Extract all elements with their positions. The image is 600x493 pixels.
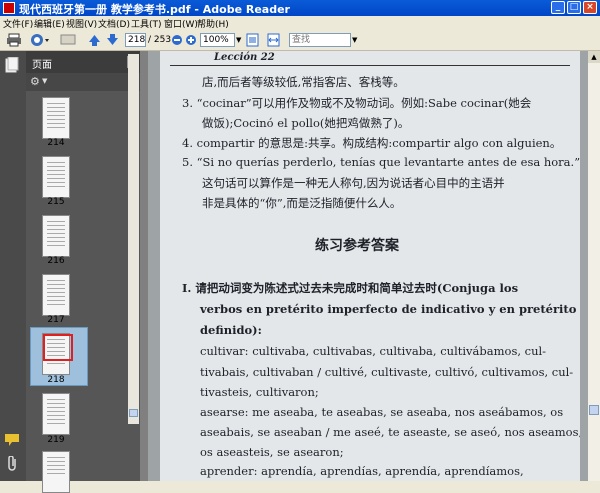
menu-tools[interactable]: 工具(T) xyxy=(131,17,162,30)
page-thumbnail[interactable] xyxy=(42,393,70,435)
exercise-heading: I. 请把动词变为陈述式过去未完成时和简单过去时(Conjuga los xyxy=(182,281,519,295)
menu-bar: 文件(F) 编辑(E) 视图(V) 文档(D) 工具(T) 窗口(W) 帮助(H… xyxy=(0,16,600,30)
page-thumbnail-label: 218 xyxy=(47,375,65,385)
menu-view[interactable]: 视图(V) xyxy=(66,17,97,30)
body-line: tivabais, cultivaban / cultivé, cultivas… xyxy=(200,365,574,379)
splitter[interactable] xyxy=(140,51,148,481)
search-options-chevron-icon[interactable]: ▼ xyxy=(352,33,357,47)
pane-options-bar: ⚙ ▼ xyxy=(26,73,140,91)
document-scroll-thumb[interactable] xyxy=(589,405,599,415)
options-chevron-down-icon[interactable]: ▼ xyxy=(42,77,47,85)
menu-edit[interactable]: 编辑(E) xyxy=(34,17,65,30)
page-thumbnail[interactable] xyxy=(42,274,70,316)
page-thumbnail-label: 216 xyxy=(47,256,65,266)
body-line: aprender: aprendía, aprendías, aprendía,… xyxy=(200,464,524,478)
body-line: os aseasteis, se asearon; xyxy=(200,445,344,459)
window-title: 现代西班牙第一册 教学参考书.pdf - Adobe Reader xyxy=(19,3,290,16)
previous-page-icon[interactable] xyxy=(88,33,101,47)
comments-panel-icon[interactable] xyxy=(4,433,20,447)
page-thumbnail[interactable] xyxy=(42,156,70,198)
pane-title: 页面 xyxy=(32,60,52,71)
body-line: asearse: me aseaba, te aseabas, se aseab… xyxy=(200,405,564,419)
maximize-button[interactable]: □ xyxy=(567,1,581,14)
body-line: 非是具体的“你”,而是泛指随便什么人。 xyxy=(202,196,402,210)
page-thumbnail-label: 214 xyxy=(47,138,65,148)
toolbar: 218 / 253 100% ▼ ▼ xyxy=(0,30,600,51)
options-gear-icon[interactable]: ⚙ xyxy=(30,75,40,88)
page-thumbnail[interactable] xyxy=(42,97,70,139)
document-view: Lección 22 店,而后者等级较低,常指客店、客栈等。 3. “cocin… xyxy=(148,51,588,481)
exercise-heading: verbos en pretérito imperfecto de indica… xyxy=(200,302,580,316)
collaborate-icon[interactable] xyxy=(30,33,50,47)
thumbnail-scroll-thumb[interactable] xyxy=(129,409,138,417)
page-thumbnail-label: 219 xyxy=(47,435,65,445)
menu-help[interactable]: 帮助(H) xyxy=(197,17,229,30)
title-bar: 现代西班牙第一册 教学参考书.pdf - Adobe Reader _ □ × xyxy=(0,0,600,16)
close-button[interactable]: × xyxy=(583,1,597,14)
minimize-button[interactable]: _ xyxy=(551,1,565,14)
menu-window[interactable]: 窗口(W) xyxy=(164,17,198,30)
comment-icon[interactable] xyxy=(60,33,76,47)
pdf-page: Lección 22 店,而后者等级较低,常指客店、客栈等。 3. “cocin… xyxy=(160,51,580,481)
pages-thumbnail-pane: 页面 ◀ ⚙ ▼ 214 215 216 217 218 219 xyxy=(26,51,140,493)
page-total-label: / 253 xyxy=(148,35,172,45)
menu-file[interactable]: 文件(F) xyxy=(3,17,33,30)
body-line: 做饭);Cocinó el pollo(她把鸡做熟了)。 xyxy=(202,116,410,130)
page-thumbnail-label: 217 xyxy=(47,315,65,325)
page-thumbnail-label: 215 xyxy=(47,197,65,207)
body-line: aseabais, se aseaban / me aseé, te aseas… xyxy=(200,425,580,439)
document-scrollbar[interactable]: ▲ xyxy=(588,51,600,481)
body-line: 3. “cocinar”可以用作及物或不及物动词。例如:Sabe cocinar… xyxy=(182,96,532,110)
zoom-out-icon[interactable] xyxy=(171,33,183,47)
zoom-in-icon[interactable] xyxy=(185,33,197,47)
page-number-input[interactable]: 218 xyxy=(125,33,146,47)
page-header-text: Lección 22 xyxy=(214,52,275,63)
body-line: 这句话可以算作是一种无人称句,因为说话者心目中的主语并 xyxy=(202,176,505,190)
body-line: cultivar: cultivaba, cultivabas, cultiva… xyxy=(200,344,547,358)
pdf-app-icon xyxy=(3,2,15,14)
pages-panel-icon[interactable] xyxy=(5,57,19,73)
fit-width-icon[interactable] xyxy=(267,33,280,47)
body-line: 5. “Si no querías perderlo, tenías que l… xyxy=(182,155,580,169)
menu-document[interactable]: 文档(D) xyxy=(98,17,130,30)
zoom-select[interactable]: 100% xyxy=(200,33,235,47)
body-line: 4. compartir 的意思是:共享。构成结构:compartir algo… xyxy=(182,136,562,150)
pane-header: 页面 ◀ xyxy=(26,51,140,73)
print-icon[interactable] xyxy=(6,33,22,47)
fit-page-icon[interactable] xyxy=(246,33,259,47)
page-thumbnail[interactable] xyxy=(42,451,70,493)
next-page-icon[interactable] xyxy=(106,33,119,47)
body-line: tivasteis, cultivaron; xyxy=(200,385,319,399)
thumbnail-scrollbar[interactable] xyxy=(128,54,139,424)
chevron-down-icon[interactable]: ▼ xyxy=(236,33,241,47)
exercise-heading: definido): xyxy=(200,323,262,337)
view-area-box[interactable] xyxy=(43,334,73,361)
search-input[interactable] xyxy=(289,33,351,47)
page-thumbnail[interactable] xyxy=(42,215,70,257)
section-heading: 练习参考答案 xyxy=(315,238,399,254)
attachments-paperclip-icon[interactable] xyxy=(5,456,19,472)
scroll-up-icon[interactable]: ▲ xyxy=(588,51,600,63)
body-line: 店,而后者等级较低,常指客店、客栈等。 xyxy=(202,75,405,89)
navigation-sidebar xyxy=(0,51,26,481)
